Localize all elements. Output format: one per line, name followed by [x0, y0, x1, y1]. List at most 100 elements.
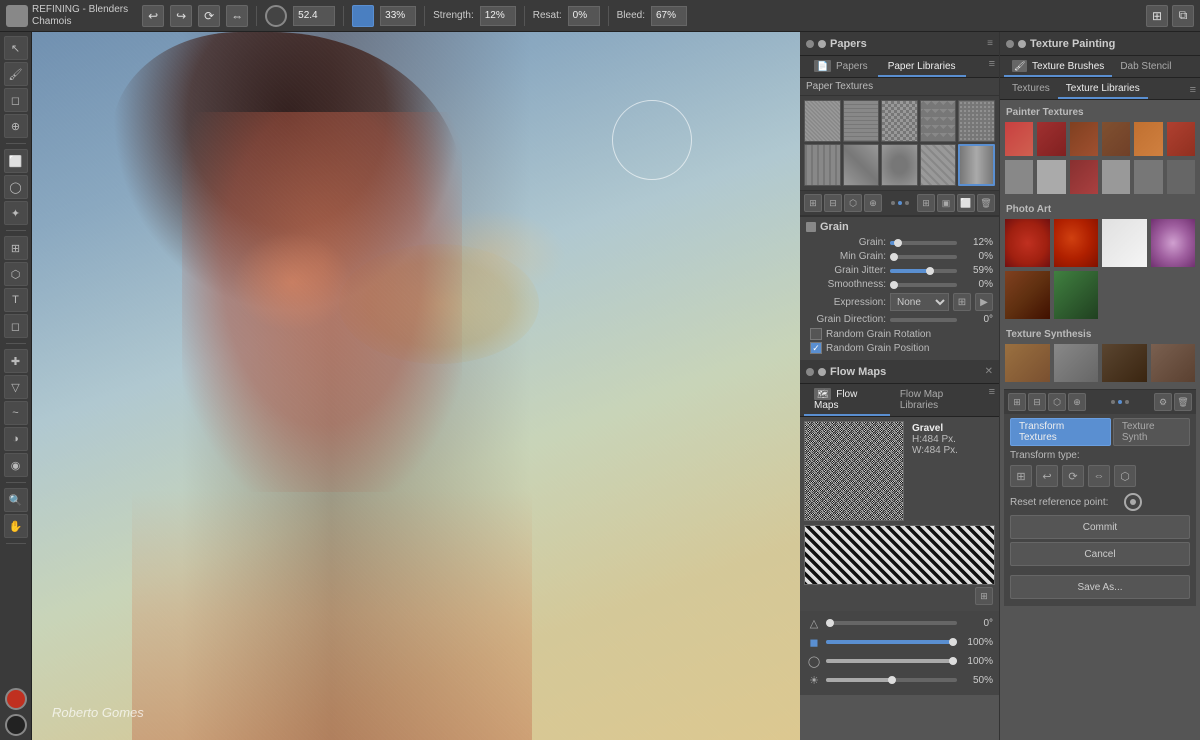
flowmap-thumbnail-2[interactable] [804, 525, 995, 585]
save-as-button[interactable]: Save As... [1010, 575, 1190, 599]
synth-tb-btn-6[interactable]: 🗑 [1174, 393, 1192, 411]
grain-jitter-slider[interactable] [890, 269, 957, 273]
photo-thumb-6[interactable] [1053, 270, 1100, 320]
texture-thumb-6[interactable] [804, 144, 841, 186]
painting-canvas[interactable]: Roberto Gomes [32, 32, 800, 740]
synth-tb-btn-2[interactable]: ⊟ [1028, 393, 1046, 411]
synth-thumb-2[interactable] [1053, 343, 1100, 383]
expression-select[interactable]: None [890, 293, 949, 311]
painter-tex-5[interactable] [1133, 121, 1163, 157]
papers-tb-btn-5[interactable]: ⊞ [917, 194, 935, 212]
rotate-button[interactable]: ⟳ [198, 5, 220, 27]
min-grain-slider[interactable] [890, 255, 957, 259]
painter-tex-2[interactable] [1036, 121, 1066, 157]
tool-transform[interactable]: ⬡ [4, 262, 28, 286]
resat-input[interactable] [568, 6, 600, 26]
grain-direction-slider[interactable] [890, 318, 957, 322]
brush-size-input[interactable]: 52.4 [293, 6, 335, 26]
texture-thumb-10[interactable] [958, 144, 995, 186]
tool-dodge[interactable]: ◑ [4, 427, 28, 451]
grain-slider[interactable] [890, 241, 957, 245]
papers-tb-btn-2[interactable]: ⊟ [824, 194, 842, 212]
texture-subtab-textures[interactable]: Textures [1004, 80, 1058, 99]
flow-slider-3[interactable] [826, 678, 957, 682]
tool-brush[interactable]: 🖌 [4, 62, 28, 86]
tool-eyedropper[interactable]: ✚ [4, 349, 28, 373]
tool-magic[interactable]: ✦ [4, 201, 28, 225]
photo-thumb-1[interactable] [1004, 218, 1051, 268]
flowmap-expand-btn[interactable]: ⊞ [975, 587, 993, 605]
texture-thumb-4[interactable] [920, 100, 957, 142]
papers-menu-btn[interactable]: ≡ [987, 38, 993, 49]
commit-button[interactable]: Commit [1010, 515, 1190, 539]
flow-maps-tab-libraries[interactable]: Flow Map Libraries [890, 386, 989, 416]
tool-text[interactable]: T [4, 288, 28, 312]
painter-tex-9[interactable] [1069, 159, 1099, 195]
tool-shape[interactable]: ◻ [4, 314, 28, 338]
flow-maps-close[interactable] [806, 368, 814, 376]
photo-thumb-3[interactable] [1101, 218, 1148, 268]
photo-thumb-2[interactable] [1053, 218, 1100, 268]
photo-thumb-4[interactable] [1150, 218, 1197, 268]
tool-bucket[interactable]: ▽ [4, 375, 28, 399]
bleed-input[interactable] [651, 6, 687, 26]
tool-smudge[interactable]: ~ [4, 401, 28, 425]
flow-maps-min[interactable] [818, 368, 826, 376]
tool-pan[interactable]: ✋ [4, 514, 28, 538]
painter-tex-11[interactable] [1133, 159, 1163, 195]
redo-button[interactable]: ↪ [170, 5, 192, 27]
papers-options-btn[interactable]: ≡ [989, 58, 995, 77]
transform-icon-5[interactable]: ⬡ [1114, 465, 1136, 487]
texture-thumb-2[interactable] [843, 100, 880, 142]
cancel-button[interactable]: Cancel [1010, 542, 1190, 566]
painter-tex-6[interactable] [1166, 121, 1196, 157]
flow-slider-1[interactable] [826, 640, 957, 644]
tt-tab-synth[interactable]: Texture Synth [1113, 418, 1190, 446]
painter-tex-10[interactable] [1101, 159, 1131, 195]
texture-thumb-7[interactable] [843, 144, 880, 186]
papers-tb-btn-1[interactable]: ⊞ [804, 194, 822, 212]
texture-subtab-libraries[interactable]: Texture Libraries [1058, 80, 1148, 99]
synth-tb-btn-5[interactable]: ⚙ [1154, 393, 1172, 411]
painter-tex-3[interactable] [1069, 121, 1099, 157]
foreground-color[interactable] [5, 688, 27, 710]
painter-tex-8[interactable] [1036, 159, 1066, 195]
grain-collapse-btn[interactable] [806, 222, 816, 232]
synth-thumb-3[interactable] [1101, 343, 1148, 383]
painter-tex-4[interactable] [1101, 121, 1131, 157]
painter-tex-7[interactable] [1004, 159, 1034, 195]
painter-tex-1[interactable] [1004, 121, 1034, 157]
texture-close[interactable] [1006, 40, 1014, 48]
texture-thumb-8[interactable] [881, 144, 918, 186]
canvas-area[interactable]: Roberto Gomes [32, 32, 800, 740]
papers-tb-btn-3[interactable]: ⬡ [844, 194, 862, 212]
transform-icon-4[interactable]: ⇔ [1088, 465, 1110, 487]
papers-tab-libraries[interactable]: Paper Libraries [878, 58, 966, 77]
texture-scroll-area[interactable]: Painter Textures [1000, 100, 1200, 740]
random-position-checkbox[interactable]: ✓ [810, 342, 822, 354]
strength-input[interactable] [480, 6, 516, 26]
papers-tb-btn-4[interactable]: ⊕ [864, 194, 882, 212]
papers-tb-btn-8[interactable]: 🗑 [977, 194, 995, 212]
tool-palette[interactable]: ⊕ [4, 114, 28, 138]
texture-tab-brushes[interactable]: 🖌 Texture Brushes [1004, 58, 1112, 77]
background-color[interactable] [5, 714, 27, 736]
expression-icon-btn-2[interactable]: ▶ [975, 293, 993, 311]
photo-thumb-5[interactable] [1004, 270, 1051, 320]
flow-angle-slider[interactable] [826, 621, 957, 625]
papers-tb-btn-6[interactable]: ▣ [937, 194, 955, 212]
texture-tab-dab[interactable]: Dab Stencil [1112, 58, 1179, 77]
tool-eraser[interactable]: ◻ [4, 88, 28, 112]
mirror-button[interactable]: ⇔ [226, 5, 248, 27]
papers-min-btn[interactable] [818, 40, 826, 48]
transform-icon-3[interactable]: ⟳ [1062, 465, 1084, 487]
synth-thumb-4[interactable] [1150, 343, 1197, 383]
tt-tab-transform[interactable]: Transform Textures [1010, 418, 1111, 446]
synth-tb-btn-4[interactable]: ⊕ [1068, 393, 1086, 411]
transform-icon-1[interactable]: ⊞ [1010, 465, 1032, 487]
tool-lasso[interactable]: ◯ [4, 175, 28, 199]
transform-icon-2[interactable]: ↩ [1036, 465, 1058, 487]
blend-mode-icon[interactable] [352, 5, 374, 27]
tool-zoom[interactable]: 🔍 [4, 488, 28, 512]
painter-tex-12[interactable] [1166, 159, 1196, 195]
